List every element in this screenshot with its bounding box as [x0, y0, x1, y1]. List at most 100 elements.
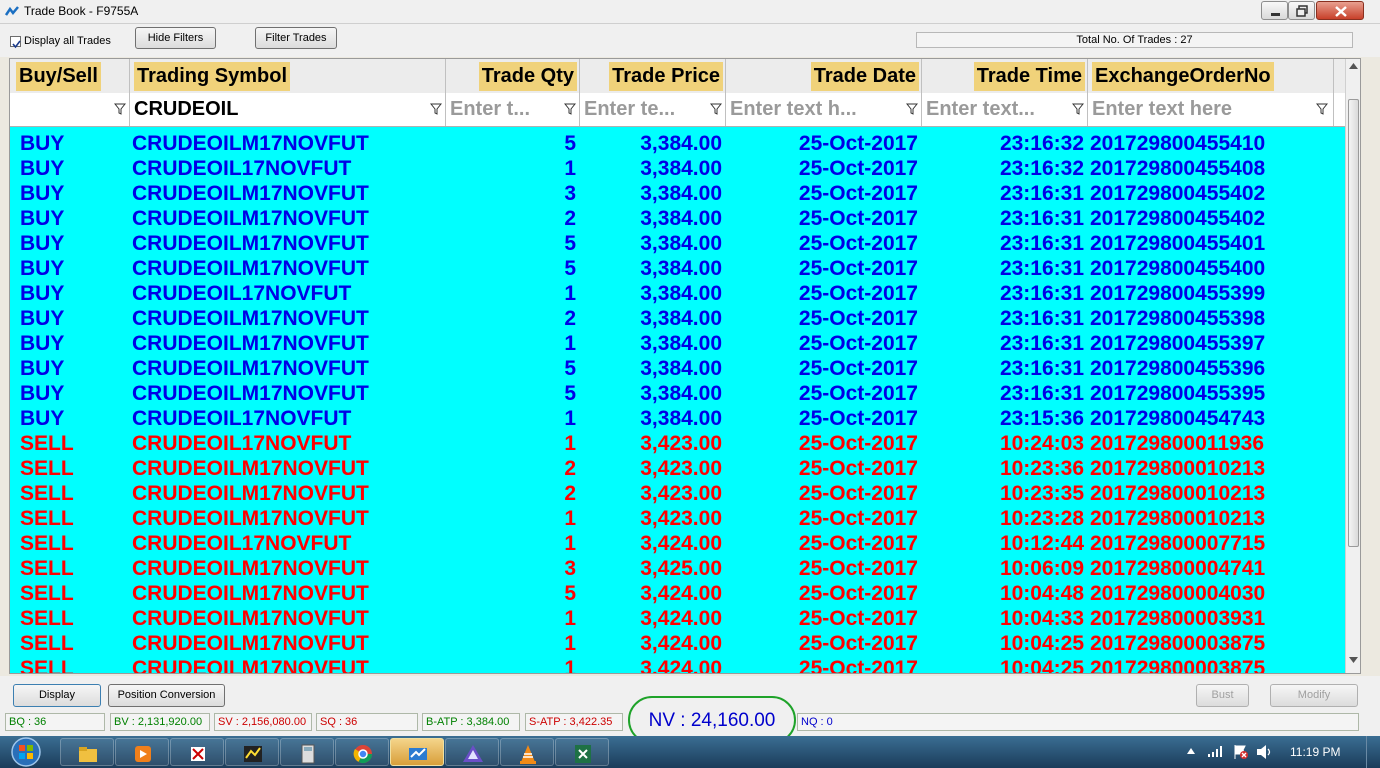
triangle-app-icon — [463, 745, 483, 762]
cell-trade-date: 25-Oct-2017 — [798, 157, 918, 180]
bust-button[interactable]: Bust — [1196, 684, 1249, 707]
cell-trade-qty: 1 — [564, 407, 576, 430]
filter-funnel-icon[interactable] — [564, 103, 576, 115]
cell-exchange-order-no: 201729800010213 — [1090, 507, 1266, 530]
scrollbar-thumb[interactable] — [1348, 99, 1359, 547]
cell-exchange-order-no: 201729800455400 — [1090, 257, 1266, 280]
position-conversion-button[interactable]: Position Conversion — [108, 684, 225, 707]
taskbar-button-media-player[interactable] — [115, 738, 169, 766]
app-icon — [191, 747, 205, 761]
filter-trading-symbol[interactable]: CRUDEOIL — [130, 93, 446, 126]
cell-exchange-order-no: 201729800004030 — [1090, 582, 1266, 605]
show-desktop-button[interactable] — [1366, 736, 1380, 768]
taskbar-button-explorer[interactable] — [60, 738, 114, 766]
display-button[interactable]: Display — [13, 684, 101, 707]
network-signal-icon[interactable] — [1208, 745, 1224, 757]
table-row[interactable]: BUY CRUDEOIL17NOVFUT 1 3,384.00 25-Oct-2017 2… — [10, 406, 1345, 431]
modify-button[interactable]: Modify — [1270, 684, 1358, 707]
table-row[interactable]: BUY CRUDEOILM17NOVFUT 5 3,384.00 25-Oct-2017… — [10, 356, 1345, 381]
cell-trade-time: 23:16:31 — [999, 357, 1084, 380]
scroll-down-icon[interactable] — [1349, 657, 1358, 663]
header-exchange-order-no[interactable]: ExchangeOrderNo — [1088, 59, 1334, 93]
filter-value: CRUDEOIL — [134, 98, 239, 120]
table-row[interactable]: BUY CRUDEOIL17NOVFUT 1 3,384.00 25-Oct-2017 2… — [10, 281, 1345, 306]
table-row[interactable]: SELL CRUDEOILM17NOVFUT 5 3,424.00 25-Oct-201… — [10, 581, 1345, 606]
table-row[interactable]: BUY CRUDEOILM17NOVFUT 5 3,384.00 25-Oct-2017… — [10, 231, 1345, 256]
header-trade-time[interactable]: Trade Time — [922, 59, 1088, 93]
filter-funnel-icon[interactable] — [1072, 103, 1084, 115]
taskbar-clock[interactable]: 11:19 PM — [1290, 745, 1340, 759]
filter-trade-qty[interactable]: Enter t... — [446, 93, 580, 126]
table-row[interactable]: SELL CRUDEOILM17NOVFUT 1 3,424.00 25-Oct-201… — [10, 631, 1345, 656]
table-row[interactable]: SELL CRUDEOIL17NOVFUT 1 3,424.00 25-Oct-2017… — [10, 531, 1345, 556]
taskbar-button-calculator[interactable] — [280, 738, 334, 766]
header-trading-symbol[interactable]: Trading Symbol — [130, 59, 446, 93]
cell-trade-qty: 2 — [564, 482, 576, 505]
filter-exchange-order-no[interactable]: Enter text here — [1088, 93, 1334, 126]
table-row[interactable]: BUY CRUDEOILM17NOVFUT 2 3,384.00 25-Oct-2017… — [10, 306, 1345, 331]
filter-funnel-icon[interactable] — [710, 103, 722, 115]
cell-trade-time: 23:16:31 — [999, 257, 1084, 280]
header-buy-sell[interactable]: Buy/Sell — [10, 59, 130, 93]
table-row[interactable]: SELL CRUDEOILM17NOVFUT 2 3,423.00 25-Oct-201… — [10, 481, 1345, 506]
action-center-flag-icon[interactable] — [1233, 744, 1249, 760]
hide-filters-button[interactable]: Hide Filters — [135, 27, 216, 49]
filter-funnel-icon[interactable] — [114, 103, 126, 115]
taskbar-button-chart-app[interactable] — [225, 738, 279, 766]
table-row[interactable]: SELL CRUDEOILM17NOVFUT 1 3,424.00 25-Oct-201… — [10, 606, 1345, 631]
cell-trading-symbol: CRUDEOILM17NOVFUT — [132, 332, 369, 355]
filter-trade-time[interactable]: Enter text... — [922, 93, 1088, 126]
table-row[interactable]: SELL CRUDEOILM17NOVFUT 3 3,425.00 25-Oct-201… — [10, 556, 1345, 581]
table-row[interactable]: SELL CRUDEOILM17NOVFUT 1 3,424.00 25-Oct-201… — [10, 656, 1345, 674]
filter-trade-date[interactable]: Enter text h... — [726, 93, 922, 126]
filter-funnel-icon[interactable] — [430, 103, 442, 115]
vertical-scrollbar[interactable] — [1345, 59, 1360, 673]
cell-trading-symbol: CRUDEOIL17NOVFUT — [132, 407, 352, 430]
header-trade-date[interactable]: Trade Date — [726, 59, 922, 93]
table-row[interactable]: SELL CRUDEOILM17NOVFUT 1 3,423.00 25-Oct-201… — [10, 506, 1345, 531]
show-hidden-icons-icon[interactable] — [1187, 748, 1195, 754]
cell-trading-symbol: CRUDEOILM17NOVFUT — [132, 357, 369, 380]
display-all-trades-checkbox[interactable] — [10, 36, 21, 49]
filter-trade-price[interactable]: Enter te... — [580, 93, 726, 126]
table-row[interactable]: BUY CRUDEOILM17NOVFUT 2 3,384.00 25-Oct-2017… — [10, 206, 1345, 231]
taskbar-button-excel[interactable] — [555, 738, 609, 766]
table-row[interactable]: BUY CRUDEOILM17NOVFUT 1 3,384.00 25-Oct-2017… — [10, 331, 1345, 356]
volume-icon[interactable] — [1256, 744, 1274, 760]
taskbar-button-triangle-app[interactable] — [445, 738, 499, 766]
taskbar-button-trading-app[interactable] — [390, 738, 444, 766]
header-trade-price[interactable]: Trade Price — [580, 59, 726, 93]
trading-app-icon — [409, 748, 427, 760]
scroll-up-icon[interactable] — [1349, 63, 1358, 69]
table-row[interactable]: BUY CRUDEOILM17NOVFUT 5 3,384.00 25-Oct-2017… — [10, 256, 1345, 281]
filter-trades-button[interactable]: Filter Trades — [255, 27, 337, 49]
header-label: ExchangeOrderNo — [1092, 62, 1274, 91]
filter-funnel-icon[interactable] — [906, 103, 918, 115]
table-row[interactable]: SELL CRUDEOIL17NOVFUT 1 3,423.00 25-Oct-2017… — [10, 431, 1345, 456]
minimize-button[interactable] — [1261, 1, 1288, 20]
table-row[interactable]: SELL CRUDEOILM17NOVFUT 2 3,423.00 25-Oct-201… — [10, 456, 1345, 481]
filter-funnel-icon[interactable] — [1316, 103, 1328, 115]
cell-trade-qty: 5 — [564, 382, 576, 405]
filter-row: CRUDEOIL Enter t... Enter te... Enter te… — [10, 93, 1345, 127]
maximize-button[interactable] — [1288, 1, 1315, 20]
close-icon — [1335, 6, 1347, 17]
table-row[interactable]: BUY CRUDEOILM17NOVFUT 3 3,384.00 25-Oct-2017… — [10, 181, 1345, 206]
filter-buy-sell[interactable] — [10, 93, 130, 126]
taskbar-button-app[interactable] — [170, 738, 224, 766]
cell-buy-sell: SELL — [20, 482, 74, 505]
cell-trade-time: 23:16:31 — [999, 182, 1084, 205]
header-trade-qty[interactable]: Trade Qty — [446, 59, 580, 93]
table-row[interactable]: BUY CRUDEOIL17NOVFUT 1 3,384.00 25-Oct-2017 2… — [10, 156, 1345, 181]
cell-trade-qty: 3 — [564, 182, 576, 205]
table-row[interactable]: BUY CRUDEOILM17NOVFUT 5 3,384.00 25-Oct-2017… — [10, 131, 1345, 156]
cell-trade-date: 25-Oct-2017 — [798, 632, 918, 655]
table-row[interactable]: BUY CRUDEOILM17NOVFUT 5 3,384.00 25-Oct-2017… — [10, 381, 1345, 406]
cell-trade-date: 25-Oct-2017 — [798, 657, 918, 674]
cell-exchange-order-no: 201729800455396 — [1090, 357, 1266, 380]
cell-trade-price: 3,423.00 — [640, 457, 722, 480]
taskbar-button-chrome[interactable] — [335, 738, 389, 766]
taskbar-button-vlc[interactable] — [500, 738, 554, 766]
start-button-icon[interactable] — [6, 736, 46, 768]
close-button[interactable] — [1316, 1, 1364, 20]
